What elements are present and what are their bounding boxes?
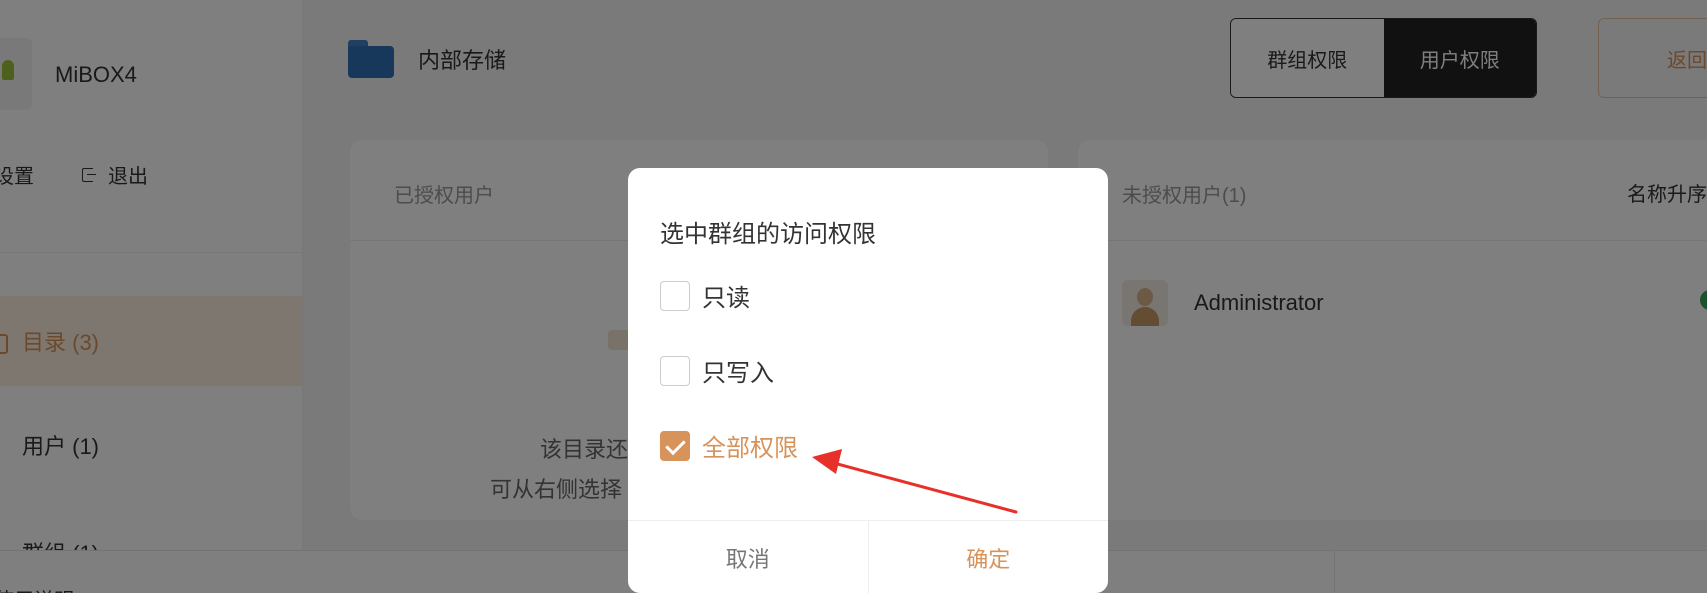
cancel-button[interactable]: 取消 xyxy=(628,521,869,593)
permission-dialog: 选中群组的访问权限 只读 只写入 全部权限 取消 确定 xyxy=(628,168,1108,593)
option-label: 全部权限 xyxy=(702,435,798,462)
option-label: 只读 xyxy=(702,285,750,312)
option-read-only[interactable]: 只读 xyxy=(660,278,750,313)
checkbox-write-only[interactable] xyxy=(660,355,690,386)
dialog-title: 选中群组的访问权限 xyxy=(660,221,876,248)
checkbox-read-only[interactable] xyxy=(660,280,690,311)
option-label: 只写入 xyxy=(702,360,774,387)
option-full-permission[interactable]: 全部权限 xyxy=(660,428,798,463)
app-window: S MiBOX4 设置 退出 目录 (3) 用户 (1) 群组 (1) 内部存储… xyxy=(0,0,1707,593)
option-write-only[interactable]: 只写入 xyxy=(660,353,774,388)
dialog-footer: 取消 确定 xyxy=(628,520,1108,593)
confirm-button[interactable]: 确定 xyxy=(869,521,1109,593)
checkbox-full-permission[interactable] xyxy=(660,430,690,461)
